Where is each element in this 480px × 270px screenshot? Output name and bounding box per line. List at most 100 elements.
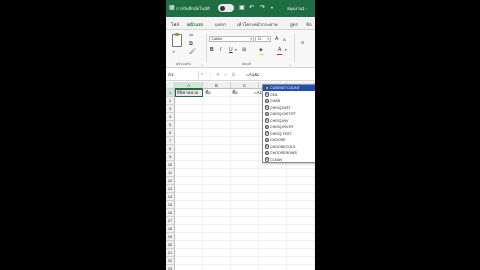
format-painter-icon[interactable]: 🖌 (189, 49, 196, 55)
autocomplete-item[interactable]: fx CEIL (263, 92, 315, 98)
row-header[interactable]: 12 (166, 177, 175, 185)
bold-button[interactable]: B (210, 47, 214, 53)
row-header[interactable]: 15 (166, 201, 175, 209)
autocomplete-item[interactable]: fx CHISQ.TEST (263, 131, 315, 137)
tab-file[interactable]: ไฟล์ (171, 21, 179, 28)
column-header-b[interactable]: B (203, 82, 231, 89)
chevron-down-icon: ▾ (250, 37, 252, 41)
name-box[interactable]: A1 (167, 71, 199, 79)
row-header[interactable]: 19 (166, 233, 175, 241)
function-icon: fx (264, 118, 269, 123)
row-header[interactable]: 4 (166, 113, 175, 121)
title-bar: ▦ การบันทึกอัตโนมัติ ▣ ↶ ↷ ▾ สมุดงาน1 - (166, 0, 315, 17)
formula-bar: A1 ▾ ⋮ ✕ ✓ fx =A1&c (166, 69, 315, 81)
tab-home[interactable]: หน้าแรก (187, 21, 204, 32)
fill-color-icon[interactable]: ◈ (259, 47, 263, 53)
column-header-a[interactable]: A (175, 82, 203, 89)
function-icon: fx (264, 137, 269, 143)
autocomplete-item[interactable]: fx CHOOSECOLS (263, 144, 315, 150)
italic-button[interactable]: I (220, 47, 221, 53)
function-icon: fx (264, 98, 269, 104)
row-header[interactable]: 1 (166, 89, 175, 97)
clipboard-launcher-icon[interactable]: ⌟ (201, 61, 202, 67)
active-cell-a1[interactable]: ลีนิชาหน่วย (175, 89, 203, 97)
redo-icon[interactable]: ↷ (260, 4, 265, 12)
shrink-font-button[interactable]: A (283, 37, 286, 42)
row-header[interactable]: 22 (166, 257, 175, 265)
autocomplete-item[interactable]: fx CHISQ.INV (263, 118, 315, 124)
save-icon[interactable]: ▣ (239, 4, 245, 12)
chevron-down-icon[interactable]: ▾ (201, 72, 203, 76)
function-icon: fx (264, 124, 269, 130)
tab-data[interactable]: ข้อ (306, 21, 312, 28)
font-launcher-icon[interactable]: ⌟ (289, 61, 290, 67)
chevron-down-icon[interactable]: ▾ (235, 48, 237, 52)
paste-icon[interactable] (172, 33, 182, 47)
enter-icon[interactable]: ✓ (224, 72, 228, 78)
paste-dropdown-icon[interactable]: ▾ (173, 49, 175, 55)
alignment-icon[interactable]: ≡ (301, 40, 304, 46)
column-header-c[interactable]: C (231, 82, 259, 89)
group-divider (294, 33, 295, 63)
group-divider (206, 33, 207, 63)
row-header[interactable]: 9 (166, 153, 175, 161)
borders-icon[interactable]: ⊞ (242, 47, 246, 53)
autocomplete-item[interactable]: fx CHISQ.DIST.RT (263, 111, 315, 117)
autocomplete-item[interactable]: fx CHISQ.INV.RT (263, 124, 315, 130)
tab-insert[interactable]: แทรก (215, 21, 226, 28)
tab-page-layout[interactable]: เค้าโครงหน้ากระดาษ (237, 21, 278, 28)
autocomplete-item[interactable]: fx CHAR (263, 98, 315, 104)
font-name-value: Calibri (211, 37, 223, 41)
formula-input[interactable]: =A1&c (246, 72, 260, 77)
autocomplete-item-label: CHOOSE (270, 138, 286, 142)
row-header[interactable]: 2 (166, 97, 175, 105)
function-autocomplete-list: fx CUBESETCOUNT fx CEIL fx CHAR fx CHISQ.DIS… (262, 84, 315, 163)
row-header[interactable]: 6 (166, 129, 175, 137)
autocomplete-item[interactable]: fx CUBESETCOUNT (263, 85, 315, 91)
autocomplete-item-label: CHISQ.DIST.RT (270, 112, 296, 116)
row-header[interactable]: 21 (166, 249, 175, 257)
row-header[interactable]: 23 (166, 265, 175, 270)
select-all-button[interactable] (166, 82, 175, 89)
row-header[interactable]: 8 (166, 145, 175, 153)
cancel-icon[interactable]: ✕ (216, 72, 220, 78)
row-header[interactable]: 5 (166, 121, 175, 129)
insert-function-button[interactable]: fx (232, 72, 235, 77)
chevron-down-icon[interactable]: ▾ (285, 48, 287, 52)
cut-icon[interactable]: ✂ (189, 33, 194, 39)
function-icon: fx (264, 131, 269, 136)
font-name-box[interactable]: Calibri ▾ (209, 36, 254, 42)
tab-formulas[interactable]: สูตร (290, 21, 298, 28)
autocomplete-item-label: CEIL (270, 92, 278, 97)
row-header[interactable]: 11 (166, 169, 175, 177)
row-header[interactable]: 16 (166, 209, 175, 217)
autocomplete-item[interactable]: fx CHOOSE (263, 137, 315, 143)
autocomplete-item[interactable]: fx CHISQ.DIST (263, 105, 315, 111)
row-header[interactable]: 13 (166, 185, 175, 193)
more-options-icon: ⋮ (208, 72, 213, 77)
row-header[interactable]: 18 (166, 225, 175, 233)
row-header[interactable]: 17 (166, 217, 175, 225)
autocomplete-item[interactable]: fx CLEAN (263, 157, 315, 163)
undo-icon[interactable]: ↶ (249, 4, 254, 12)
customize-toolbar-icon[interactable]: ▾ (271, 4, 273, 12)
row-header[interactable]: 10 (166, 161, 175, 169)
font-color-button[interactable]: A (278, 47, 281, 53)
font-size-box[interactable]: 11 ▾ (255, 36, 271, 42)
copy-icon[interactable]: ⧉ (189, 41, 193, 47)
row-header[interactable]: 20 (166, 241, 175, 249)
grow-font-button[interactable]: A (275, 36, 278, 42)
autocomplete-item[interactable]: fx CHOOSEROWS (263, 150, 315, 156)
autosave-toggle[interactable] (218, 4, 234, 12)
row-header[interactable]: 14 (166, 193, 175, 201)
row-header[interactable]: 3 (166, 105, 175, 113)
row-header[interactable]: 7 (166, 137, 175, 145)
function-icon: fx (264, 92, 269, 97)
function-icon: fx (264, 150, 269, 156)
autocomplete-item-label: CHISQ.INV.RT (270, 125, 294, 129)
cell-b1[interactable]: ชื่อ (205, 89, 211, 97)
function-icon: fx (264, 144, 269, 149)
underline-button[interactable]: U (229, 47, 233, 53)
cell-c1[interactable]: ชื่อ (232, 89, 238, 97)
font-group-label: ฟอนต์ (242, 62, 251, 66)
